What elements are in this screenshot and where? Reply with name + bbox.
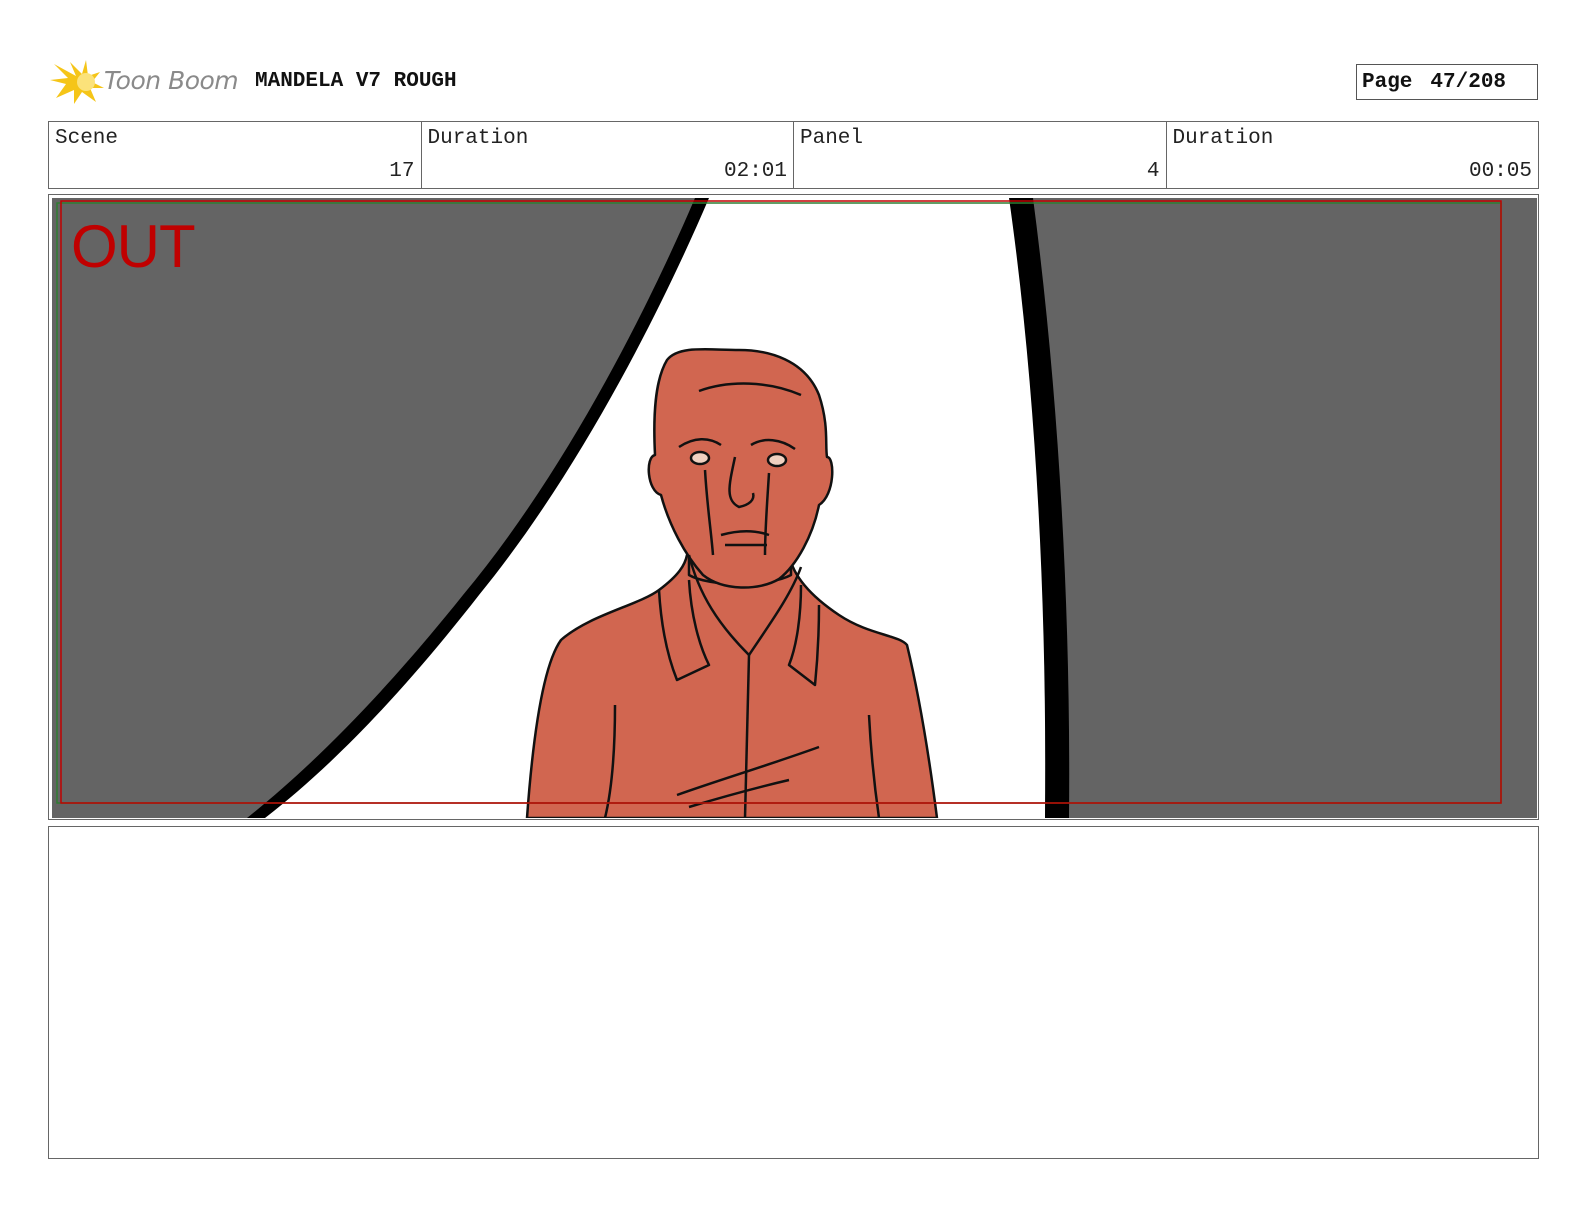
camera-out-label: OUT (71, 213, 196, 280)
panel-label: Panel (800, 127, 864, 150)
scene-value: 17 (389, 160, 415, 183)
right-curtain (1011, 198, 1537, 818)
page-label: Page (1362, 70, 1413, 94)
panel-duration-label: Duration (1172, 127, 1274, 150)
brand-logo: Toon Boom (50, 58, 240, 106)
panel-duration-cell: Duration 00:05 (1167, 122, 1539, 188)
brand-name: Toon Boom (104, 66, 239, 95)
toon-boom-burst-icon (50, 60, 104, 104)
panel-drawing (49, 195, 1537, 818)
panel-value: 4 (1146, 160, 1160, 183)
scene-duration-cell: Duration 02:01 (422, 122, 794, 188)
page-indicator: Page 47/208 (1356, 64, 1538, 100)
project-title: MANDELA V7 ROUGH (255, 70, 457, 93)
page-header: Toon Boom MANDELA V7 ROUGH Page 47/208 (50, 56, 1540, 108)
scene-duration-label: Duration (427, 127, 529, 150)
storyboard-panel: OUT (48, 194, 1539, 820)
scene-cell: Scene 17 (49, 122, 422, 188)
panel-duration-value: 00:05 (1468, 160, 1532, 183)
scene-label: Scene (55, 127, 119, 150)
page-number: 47/208 (1430, 70, 1507, 94)
panel-info-row: Scene 17 Duration 02:01 Panel 4 Duration… (48, 121, 1539, 189)
panel-cell: Panel 4 (794, 122, 1167, 188)
scene-duration-value: 02:01 (723, 160, 787, 183)
action-notes-box[interactable] (48, 826, 1539, 1159)
